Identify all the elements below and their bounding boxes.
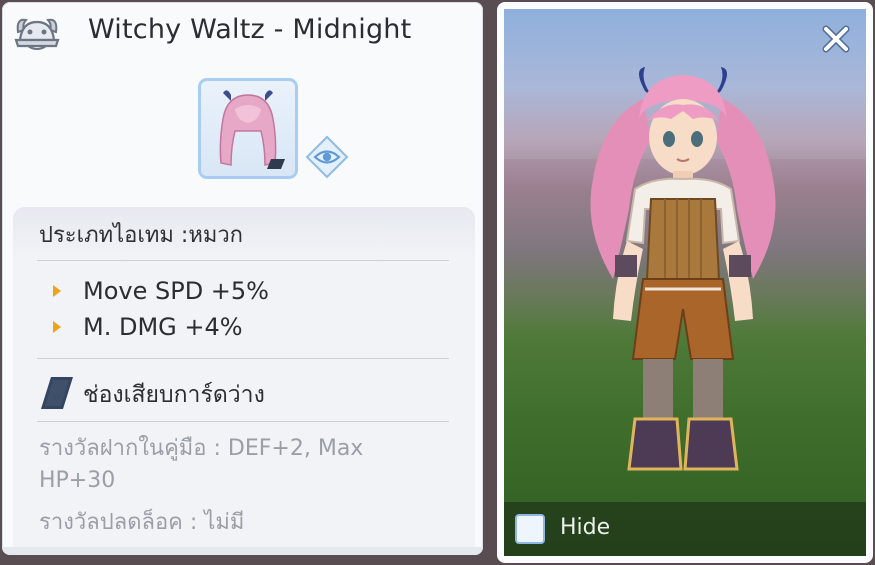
wig-item-icon bbox=[219, 90, 285, 169]
item-type-label: ประเภทไอเทม :หมวก bbox=[39, 223, 244, 248]
bullet-arrow-icon bbox=[53, 321, 61, 333]
bullet-arrow-icon bbox=[53, 285, 61, 297]
stat-text: Move SPD +5% bbox=[83, 277, 269, 305]
item-icon-slot[interactable] bbox=[198, 78, 298, 179]
divider bbox=[37, 421, 449, 422]
item-detail-card: ประเภทไอเทม :หมวก Move SPD +5% M. DMG +4… bbox=[13, 207, 475, 555]
character-preview-viewport[interactable]: Hide bbox=[504, 9, 866, 556]
card-slot-label: ช่องเสียบการ์ดว่าง bbox=[83, 382, 265, 408]
eye-icon[interactable] bbox=[304, 134, 350, 180]
hide-label[interactable]: Hide bbox=[560, 515, 610, 540]
character-model bbox=[590, 67, 776, 471]
collection-reward-text: รางวัลฝากในคู่มือ : DEF+2, Max HP+30 bbox=[39, 436, 364, 493]
divider bbox=[37, 260, 449, 261]
stat-text: M. DMG +4% bbox=[83, 313, 243, 341]
hide-toggle-bar: Hide bbox=[504, 502, 866, 556]
divider bbox=[37, 358, 449, 359]
character-preview-panel: Hide bbox=[497, 2, 873, 563]
close-icon[interactable] bbox=[820, 23, 852, 55]
helmet-icon bbox=[14, 18, 60, 50]
item-title: Witchy Waltz - Midnight bbox=[88, 14, 412, 45]
hide-checkbox[interactable] bbox=[515, 514, 545, 544]
unlock-reward-text: รางวัลปลดล็อค : ไม่มี bbox=[39, 510, 245, 535]
card-slot-icon bbox=[41, 377, 73, 409]
item-info-panel: Witchy Waltz - Midnight ประเภทไอเทม :หมว… bbox=[2, 2, 483, 555]
